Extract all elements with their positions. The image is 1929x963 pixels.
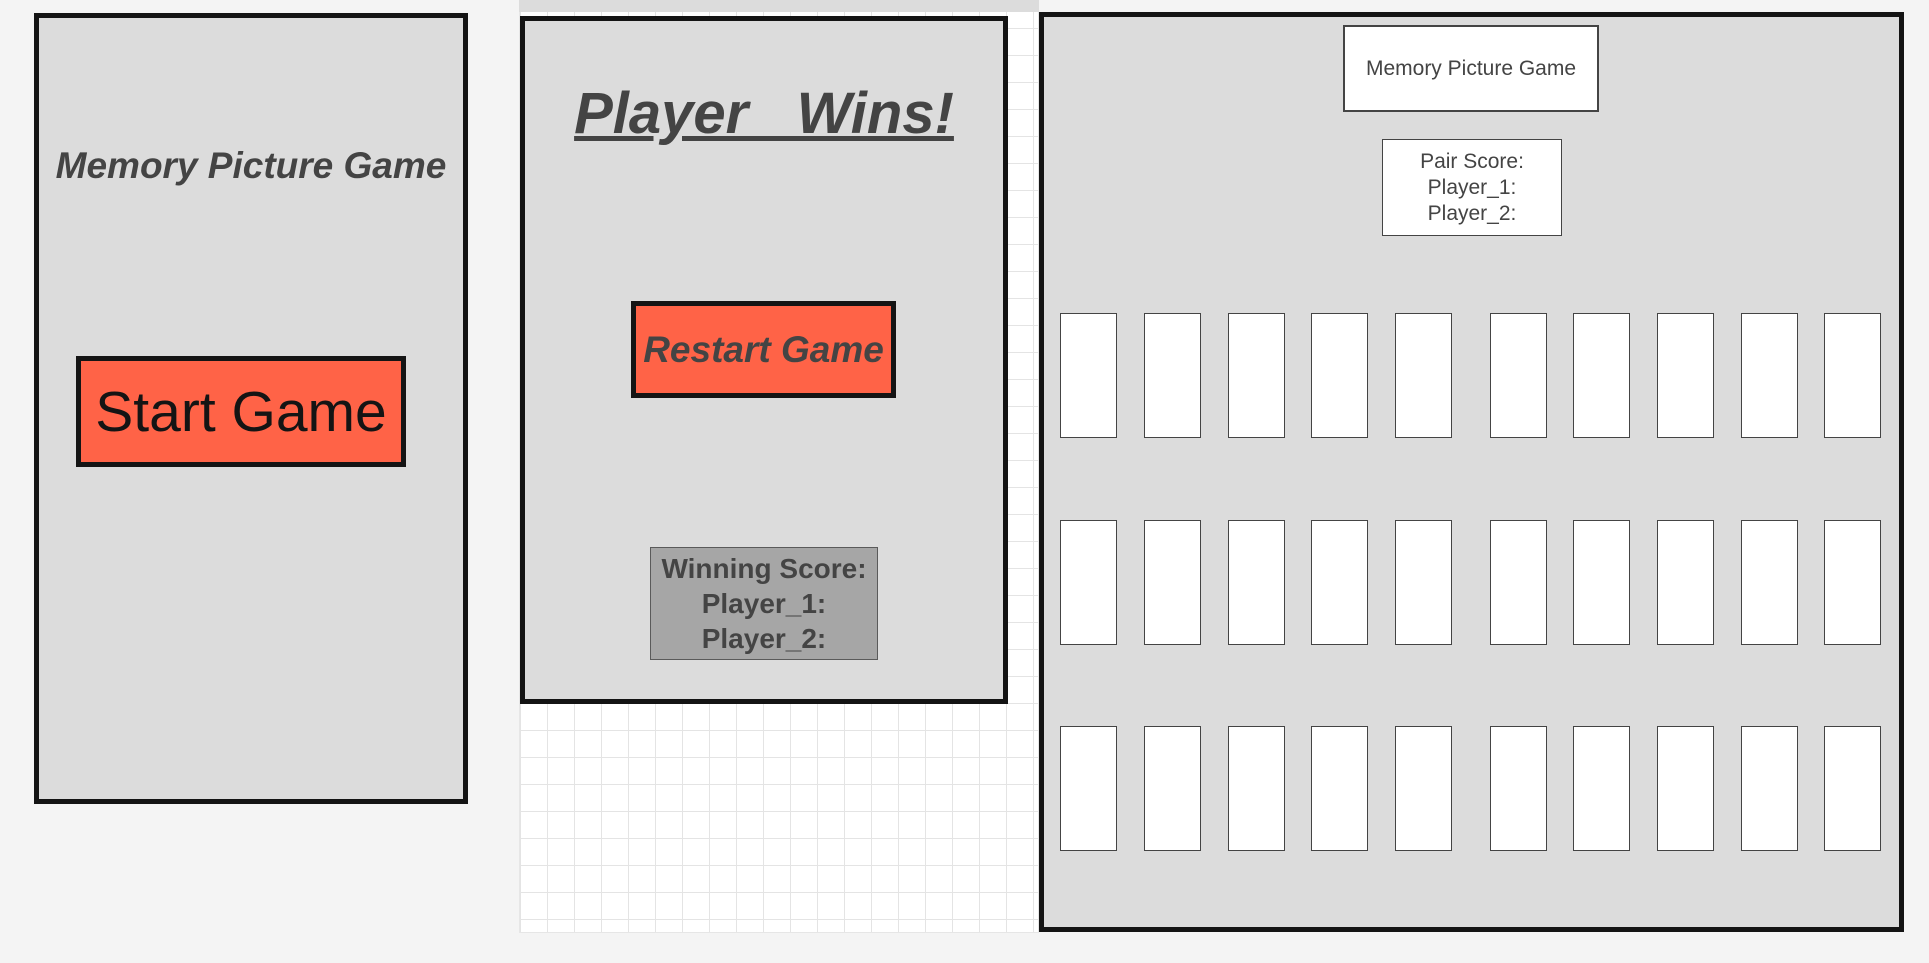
memory-card[interactable] — [1395, 313, 1452, 438]
pair-score-box: Pair Score: Player_1: Player_2: — [1382, 139, 1562, 236]
memory-card[interactable] — [1311, 726, 1368, 851]
memory-card[interactable] — [1741, 313, 1798, 438]
memory-card[interactable] — [1490, 313, 1547, 438]
restart-game-button[interactable]: Restart Game — [631, 301, 896, 398]
memory-card[interactable] — [1060, 313, 1117, 438]
memory-card[interactable] — [1060, 726, 1117, 851]
memory-card[interactable] — [1228, 520, 1285, 645]
memory-card[interactable] — [1490, 726, 1547, 851]
memory-card[interactable] — [1228, 726, 1285, 851]
memory-card[interactable] — [1741, 726, 1798, 851]
memory-card[interactable] — [1311, 313, 1368, 438]
memory-card[interactable] — [1228, 313, 1285, 438]
memory-card[interactable] — [1395, 726, 1452, 851]
memory-card[interactable] — [1144, 520, 1201, 645]
memory-card[interactable] — [1657, 726, 1714, 851]
pair-score-player-1: Player_1: — [1427, 175, 1517, 199]
board-title-box: Memory Picture Game — [1343, 25, 1599, 112]
memory-card[interactable] — [1573, 726, 1630, 851]
winning-score-label: Winning Score: — [661, 553, 867, 584]
winning-score-box: Winning Score: Player_1: Player_2: — [650, 547, 878, 660]
memory-card[interactable] — [1144, 313, 1201, 438]
memory-card[interactable] — [1824, 520, 1881, 645]
memory-card[interactable] — [1573, 520, 1630, 645]
memory-card[interactable] — [1657, 313, 1714, 438]
start-game-button[interactable]: Start Game — [76, 356, 406, 467]
pair-score-label: Pair Score: — [1420, 149, 1524, 173]
pair-score-player-2: Player_2: — [1427, 201, 1517, 225]
memory-card[interactable] — [1824, 726, 1881, 851]
memory-card[interactable] — [1573, 313, 1630, 438]
memory-card[interactable] — [1741, 520, 1798, 645]
winning-score-player-2: Player_2: — [701, 623, 827, 654]
start-screen-title: Memory Picture Game — [55, 145, 447, 186]
memory-card[interactable] — [1657, 520, 1714, 645]
memory-card[interactable] — [1060, 520, 1117, 645]
win-screen-title: Player Wins! — [574, 81, 954, 146]
memory-card[interactable] — [1144, 726, 1201, 851]
memory-card[interactable] — [1824, 313, 1881, 438]
winning-score-player-1: Player_1: — [701, 588, 827, 619]
canvas-top-strip — [519, 0, 1039, 12]
memory-card[interactable] — [1395, 520, 1452, 645]
memory-card[interactable] — [1490, 520, 1547, 645]
memory-card[interactable] — [1311, 520, 1368, 645]
